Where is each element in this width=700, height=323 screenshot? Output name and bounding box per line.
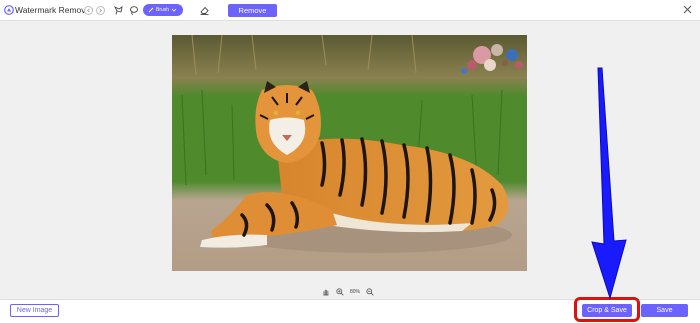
redo-button[interactable] <box>96 6 105 15</box>
app-title: Watermark Remover <box>15 5 94 15</box>
polygon-lasso-icon[interactable] <box>128 5 139 16</box>
undo-button[interactable] <box>84 6 93 15</box>
app-logo-icon <box>4 5 14 15</box>
remove-button[interactable]: Remove <box>228 4 277 17</box>
brush-label: Brush <box>156 7 170 13</box>
new-image-button[interactable]: New Image <box>10 304 59 317</box>
top-toolbar: Watermark Remover Brush Remove <box>0 0 700 21</box>
zoom-out-icon[interactable] <box>366 288 374 296</box>
redo-icon <box>99 8 102 13</box>
brush-dropdown[interactable]: Brush <box>143 4 183 16</box>
lasso-icon[interactable] <box>113 5 124 16</box>
annotation-arrow <box>591 67 627 300</box>
zoom-in-icon[interactable] <box>336 288 344 296</box>
chevron-down-icon <box>171 8 177 12</box>
undo-icon <box>87 8 90 13</box>
brush-icon <box>148 7 154 13</box>
eraser-icon[interactable] <box>199 5 210 16</box>
hand-icon[interactable] <box>322 288 330 296</box>
tiger-image <box>172 35 527 271</box>
zoom-level: 80% <box>350 289 361 295</box>
close-icon[interactable] <box>683 5 692 14</box>
zoom-controls: 80% <box>322 287 374 297</box>
save-button[interactable]: Save <box>641 304 688 317</box>
